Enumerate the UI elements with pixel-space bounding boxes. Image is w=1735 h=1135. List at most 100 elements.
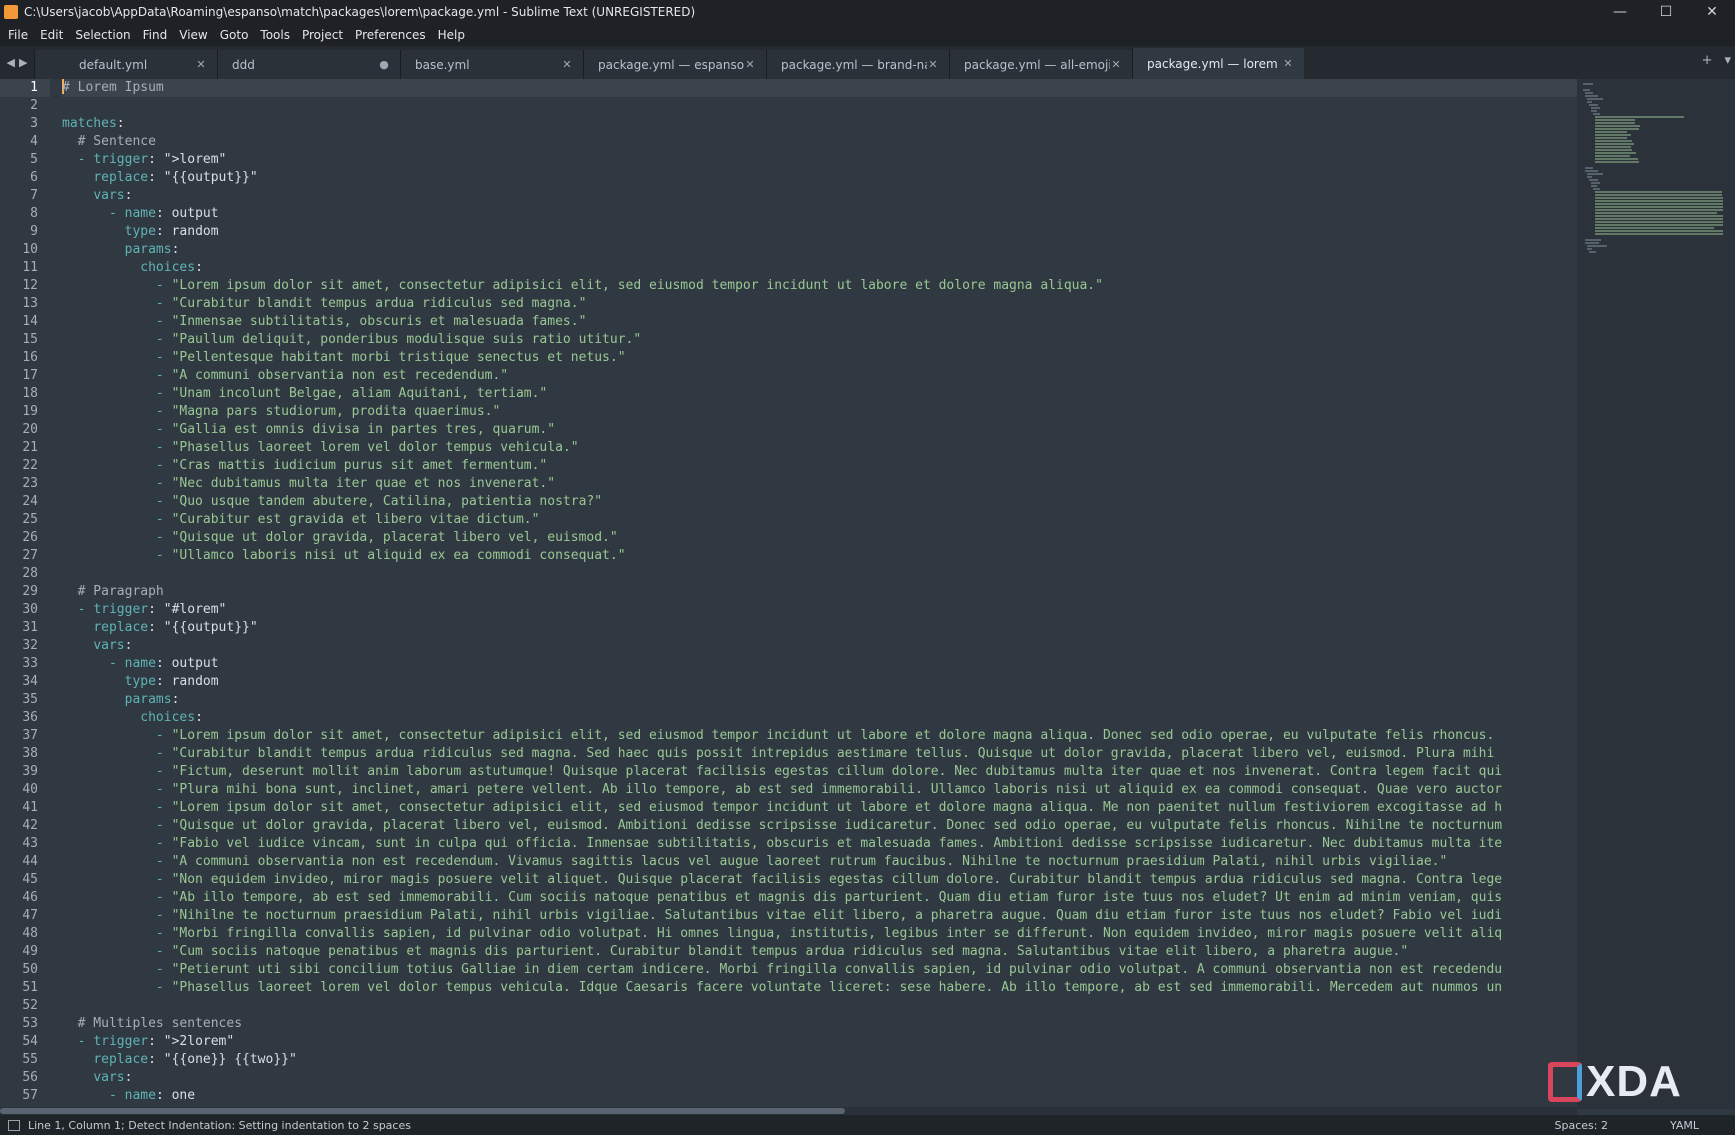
code-line[interactable]: - "Inmensae subtilitatis, obscuris et ma… [62, 313, 1577, 331]
code-line[interactable]: - "Magna pars studiorum, prodita quaerim… [62, 403, 1577, 421]
code-line[interactable]: # Multiples sentences [62, 1015, 1577, 1033]
menu-preferences[interactable]: Preferences [349, 28, 432, 42]
code-line[interactable]: - "Gallia est omnis divisa in partes tre… [62, 421, 1577, 439]
tab-default-yml[interactable]: default.yml ✕ [34, 50, 217, 79]
code-line[interactable]: - "Curabitur est gravida et libero vitae… [62, 511, 1577, 529]
minimap[interactable] [1577, 79, 1735, 1109]
code-line[interactable]: - trigger: "#lorem" [62, 601, 1577, 619]
code-line[interactable]: - "Quisque ut dolor gravida, placerat li… [62, 817, 1577, 835]
code-line[interactable]: params: [62, 691, 1577, 709]
tab-brand-names[interactable]: package.yml — brand-names ✕ [766, 50, 949, 79]
code-line[interactable]: - "Curabitur blandit tempus ardua ridicu… [62, 295, 1577, 313]
code-line[interactable]: - "Fabio vel iudice vincam, sunt in culp… [62, 835, 1577, 853]
tab-ddd[interactable]: ddd ● [217, 50, 400, 79]
code-line[interactable]: - "Phasellus laoreet lorem vel dolor tem… [62, 439, 1577, 457]
code-view[interactable]: # Lorem Ipsum matches: # Sentence - trig… [62, 79, 1577, 1109]
code-line[interactable]: - trigger: ">2lorem" [62, 1033, 1577, 1051]
code-line[interactable] [62, 997, 1577, 1015]
minimize-icon[interactable]: — [1597, 0, 1643, 24]
tab-close-icon[interactable]: ✕ [561, 58, 573, 71]
menu-find[interactable]: Find [137, 28, 174, 42]
close-window-icon[interactable]: ✕ [1689, 0, 1735, 24]
code-line[interactable]: - "Phasellus laoreet lorem vel dolor tem… [62, 979, 1577, 997]
code-line[interactable]: - "Fictum, deserunt mollit anim laborum … [62, 763, 1577, 781]
yaml-dash: - [155, 440, 172, 455]
menu-goto[interactable]: Goto [214, 28, 255, 42]
yaml-key: trigger [93, 1034, 149, 1049]
syntax-selector[interactable]: YAML [1670, 1119, 1735, 1132]
tab-next-icon[interactable]: ▶ [19, 56, 27, 69]
code-line[interactable]: choices: [62, 709, 1577, 727]
code-line[interactable]: - "Curabitur blandit tempus ardua ridicu… [62, 745, 1577, 763]
code-line[interactable]: - "A communi observantia non est receden… [62, 853, 1577, 871]
menu-tools[interactable]: Tools [254, 28, 296, 42]
code-line[interactable]: params: [62, 241, 1577, 259]
horizontal-scrollbar[interactable] [0, 1107, 1577, 1115]
code-line[interactable]: - "Ab illo tempore, ab est sed immemorab… [62, 889, 1577, 907]
code-line[interactable]: - name: output [62, 655, 1577, 673]
code-line[interactable]: - "Lorem ipsum dolor sit amet, consectet… [62, 277, 1577, 295]
editor-area[interactable]: 1 2 3 4 5 6 7 8 9 10 11 12 13 14 15 16 17 18 19 20 21 22 23 24 2… [0, 79, 1735, 1109]
code-line[interactable]: # Sentence [62, 133, 1577, 151]
code-line[interactable]: - "Cras mattis iudicium purus sit amet f… [62, 457, 1577, 475]
tab-close-icon[interactable]: ✕ [744, 58, 756, 71]
code-line[interactable]: choices: [62, 259, 1577, 277]
code-line[interactable]: - "Pellentesque habitant morbi tristique… [62, 349, 1577, 367]
code-line[interactable]: - trigger: ">lorem" [62, 151, 1577, 169]
tab-base-yml[interactable]: base.yml ✕ [400, 50, 583, 79]
minimap-line [1591, 110, 1597, 112]
code-line[interactable]: # Paragraph [62, 583, 1577, 601]
code-line[interactable]: vars: [62, 637, 1577, 655]
maximize-icon[interactable]: ☐ [1643, 0, 1689, 24]
code-line[interactable]: vars: [62, 187, 1577, 205]
tab-dirty-icon[interactable]: ● [378, 58, 390, 71]
menu-file[interactable]: File [2, 28, 34, 42]
tab-espanso-dice[interactable]: package.yml — espanso-dice ✕ [583, 50, 766, 79]
code-line[interactable]: - "Plura mihi bona sunt, inclinet, amari… [62, 781, 1577, 799]
code-line[interactable]: type: random [62, 673, 1577, 691]
code-line[interactable]: - name: one [62, 1087, 1577, 1105]
code-line[interactable]: - "Quo usque tandem abutere, Catilina, p… [62, 493, 1577, 511]
code-line[interactable]: - "Lorem ipsum dolor sit amet, consectet… [62, 799, 1577, 817]
code-line[interactable]: # Lorem Ipsum [62, 79, 1577, 97]
code-line[interactable]: - "Non equidem invideo, miror magis posu… [62, 871, 1577, 889]
scrollbar-thumb[interactable] [0, 1108, 845, 1114]
menu-project[interactable]: Project [296, 28, 349, 42]
code-line[interactable]: - "Morbi fringilla convallis sapien, id … [62, 925, 1577, 943]
tab-list-icon[interactable]: ▾ [1724, 53, 1731, 68]
code-line[interactable]: replace: "{{output}}" [62, 169, 1577, 187]
menu-view[interactable]: View [173, 28, 213, 42]
menu-selection[interactable]: Selection [69, 28, 136, 42]
code-line[interactable]: replace: "{{one}} {{two}}" [62, 1051, 1577, 1069]
code-line[interactable]: - "Unam incolunt Belgae, aliam Aquitani,… [62, 385, 1577, 403]
new-tab-icon[interactable]: + [1702, 53, 1713, 68]
minimap-line [1585, 239, 1601, 241]
code-line[interactable]: replace: "{{output}}" [62, 619, 1577, 637]
code-line[interactable]: - name: output [62, 205, 1577, 223]
code-line[interactable]: - "Cum sociis natoque penatibus et magni… [62, 943, 1577, 961]
tab-close-icon[interactable]: ✕ [927, 58, 939, 71]
tab-lorem[interactable]: package.yml — lorem ✕ [1132, 48, 1304, 79]
code-line[interactable]: matches: [62, 115, 1577, 133]
code-line[interactable]: - "Quisque ut dolor gravida, placerat li… [62, 529, 1577, 547]
menu-help[interactable]: Help [432, 28, 471, 42]
code-line[interactable] [62, 97, 1577, 115]
menu-edit[interactable]: Edit [34, 28, 69, 42]
tab-all-emojis[interactable]: package.yml — all-emojis ✕ [949, 50, 1132, 79]
code-line[interactable]: - "Paullum deliquit, ponderibus modulisq… [62, 331, 1577, 349]
tab-close-icon[interactable]: ✕ [195, 58, 207, 71]
code-line[interactable]: vars: [62, 1069, 1577, 1087]
code-line[interactable]: - "Nihilne te nocturnum praesidium Palat… [62, 907, 1577, 925]
code-line[interactable]: - "Lorem ipsum dolor sit amet, consectet… [62, 727, 1577, 745]
code-line[interactable]: - "A communi observantia non est receden… [62, 367, 1577, 385]
code-line[interactable]: type: random [62, 223, 1577, 241]
tab-close-icon[interactable]: ✕ [1282, 57, 1294, 70]
code-line[interactable] [62, 565, 1577, 583]
code-line[interactable]: - "Ullamco laboris nisi ut aliquid ex ea… [62, 547, 1577, 565]
tab-prev-icon[interactable]: ◀ [7, 56, 15, 69]
tab-close-icon[interactable]: ✕ [1110, 58, 1122, 71]
code-line[interactable]: - "Petierunt uti sibi concilium totius G… [62, 961, 1577, 979]
indentation-setting[interactable]: Spaces: 2 [1555, 1119, 1670, 1132]
code-line[interactable]: - "Nec dubitamus multa iter quae et nos … [62, 475, 1577, 493]
panel-toggle-icon[interactable] [8, 1119, 20, 1131]
